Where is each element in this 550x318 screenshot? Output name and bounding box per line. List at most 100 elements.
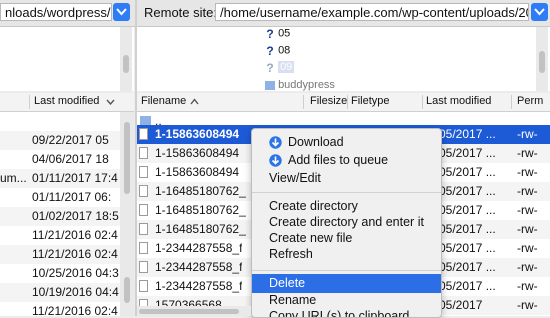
file-icon	[139, 147, 148, 159]
list-item[interactable]: 04/06/2017 18	[0, 150, 120, 169]
remote-permissions: -rw-	[517, 146, 538, 160]
local-modified: 04/06/2017 18	[32, 152, 109, 166]
remote-name: 1-16485180762_	[155, 203, 246, 217]
list-item[interactable]: 10/25/2016 04:3	[0, 264, 120, 283]
menu-item-label: View/Edit	[269, 171, 321, 185]
remote-col-filesize[interactable]: Filesize	[310, 95, 347, 107]
menu-item-refresh[interactable]: Refresh	[252, 245, 441, 264]
list-item[interactable]: 10/19/2016 04:4	[0, 283, 120, 302]
local-list-scroll-thumb-lower[interactable]	[124, 277, 130, 303]
remote-col-filename[interactable]: Filename	[141, 95, 186, 107]
remote-path-input[interactable]: /home/username/example.com/wp-content/up…	[215, 3, 529, 21]
local-modified: 11/21/2016 02:4	[32, 304, 118, 316]
remote-col-last-modified[interactable]: Last modified	[426, 95, 491, 107]
remote-col-permissions[interactable]: Perm	[517, 95, 543, 107]
list-item[interactable]: 11/21/2016 02:4	[0, 245, 120, 264]
file-icon	[139, 128, 148, 140]
local-tree-scrollbar[interactable]	[120, 27, 132, 91]
remote-permissions: -rw-	[517, 184, 538, 198]
local-path-input[interactable]: nloads/wordpress/	[0, 3, 112, 21]
remote-tree-scroll-thumb[interactable]	[539, 51, 545, 73]
menu-item-label: Copy URL(s) to clipboard	[269, 309, 410, 318]
local-modified: 01/11/2017 06:	[32, 190, 112, 204]
column-separator	[511, 95, 512, 109]
menu-item-view-edit[interactable]: View/Edit	[252, 169, 441, 188]
local-path-dropdown-button[interactable]	[113, 3, 130, 21]
column-separator	[347, 95, 348, 109]
local-modified: 01/02/2017 18:5	[32, 209, 119, 223]
tree-item[interactable]: ? 08	[265, 44, 290, 60]
remote-permissions: -rw-	[517, 127, 538, 141]
menu-item-add-to-queue[interactable]: Add files to queue	[252, 151, 441, 170]
local-modified: 11/21/2016 02:4	[32, 228, 118, 242]
remote-name: 1-15863608494	[155, 127, 240, 141]
remote-col-filetype[interactable]: Filetype	[351, 95, 390, 107]
tree-item-label: 09	[278, 61, 295, 74]
remote-permissions: -rw-	[517, 279, 538, 293]
local-col-last-modified[interactable]: Last modified	[34, 95, 99, 107]
chevron-down-icon	[534, 8, 545, 16]
menu-separator	[252, 192, 441, 193]
menu-item-label: Create new file	[269, 231, 353, 245]
local-list-scrollbar[interactable]	[120, 112, 134, 316]
remote-permissions: -rw-	[517, 165, 538, 179]
list-item[interactable]: 11/21/2016 02:4	[0, 226, 120, 245]
remote-modified: 05/2017	[439, 298, 483, 312]
local-file-list: 09/22/2017 05 04/06/2017 18 um... 01/11/2…	[0, 112, 120, 316]
file-icon	[139, 261, 148, 273]
list-item[interactable]: 11/21/2016 02:4	[0, 302, 120, 316]
chevron-down-icon	[106, 99, 115, 105]
local-modified: 11/21/2016 02:4	[32, 247, 118, 261]
remote-list-header: Filename Filesize Filetype Last modified…	[137, 93, 550, 112]
local-modified: 10/25/2016 04:3	[32, 266, 119, 280]
folder-icon	[140, 116, 151, 125]
remote-permissions: -rw-	[517, 298, 538, 312]
list-item[interactable]: 09/22/2017 05	[0, 131, 120, 150]
menu-item-label: Refresh	[269, 247, 313, 261]
remote-horizontal-scrollbar[interactable]	[137, 306, 251, 316]
question-folder-icon: ?	[266, 61, 274, 75]
remote-tree-scrollbar[interactable]	[536, 27, 548, 91]
remote-name: 1-16485180762_	[155, 184, 246, 198]
local-list-header: Last modified	[0, 93, 134, 112]
remote-name: 1-2344287558_f	[155, 260, 243, 274]
remote-name: 1-15863608494	[155, 146, 240, 160]
remote-modified: 05/2017 ...	[439, 222, 496, 236]
menu-separator	[252, 270, 441, 271]
remote-modified: 05/2017 ...	[439, 203, 496, 217]
tree-item-label: buddypress	[278, 79, 335, 91]
tree-item-label: 08	[278, 44, 291, 57]
local-tree-scroll-thumb[interactable]	[123, 55, 129, 73]
remote-horizontal-scroll-thumb[interactable]	[139, 309, 239, 314]
list-item[interactable]: 01/02/2017 18:5	[0, 207, 120, 226]
local-list-scroll-thumb[interactable]	[124, 122, 130, 194]
file-icon	[139, 166, 148, 178]
remote-permissions: -rw-	[517, 222, 538, 236]
column-separator	[303, 95, 304, 109]
local-path-bar: nloads/wordpress/	[0, 0, 135, 27]
remote-modified: 05/2017 ...	[439, 260, 496, 274]
menu-item-copy-url[interactable]: Copy URL(s) to clipboard	[252, 307, 441, 318]
menu-item-label: Download	[288, 135, 344, 149]
list-item[interactable]: 01/11/2017 06:	[0, 188, 120, 207]
chevron-down-icon	[116, 8, 127, 16]
remote-path-bar: Remote site: /home/username/example.com/…	[137, 0, 550, 27]
column-separator	[422, 95, 423, 109]
tree-item[interactable]: ? 05	[265, 27, 290, 43]
menu-item-label: Create directory and enter it	[269, 215, 424, 229]
remote-name: 1-15863608494	[155, 165, 240, 179]
remote-site-label: Remote site:	[144, 5, 217, 20]
tree-item-label: 05	[278, 27, 291, 40]
file-icon	[139, 242, 148, 254]
remote-path-dropdown-button[interactable]	[531, 3, 548, 21]
menu-item-download[interactable]: Download	[252, 133, 441, 152]
list-item[interactable]: um... 01/11/2017 17:4	[0, 169, 120, 188]
context-menu: Download Add files to queue View/Edit Cr…	[251, 128, 442, 318]
list-item[interactable]	[0, 112, 120, 131]
column-separator	[29, 95, 30, 109]
tree-item[interactable]: buddypress	[265, 79, 335, 91]
remote-directory-tree: ? 05 ? 08 ? 09 buddypress	[137, 27, 550, 91]
menu-item-label: Add files to queue	[288, 153, 389, 167]
tree-item[interactable]: ? 09	[265, 61, 295, 77]
file-icon	[139, 185, 148, 197]
